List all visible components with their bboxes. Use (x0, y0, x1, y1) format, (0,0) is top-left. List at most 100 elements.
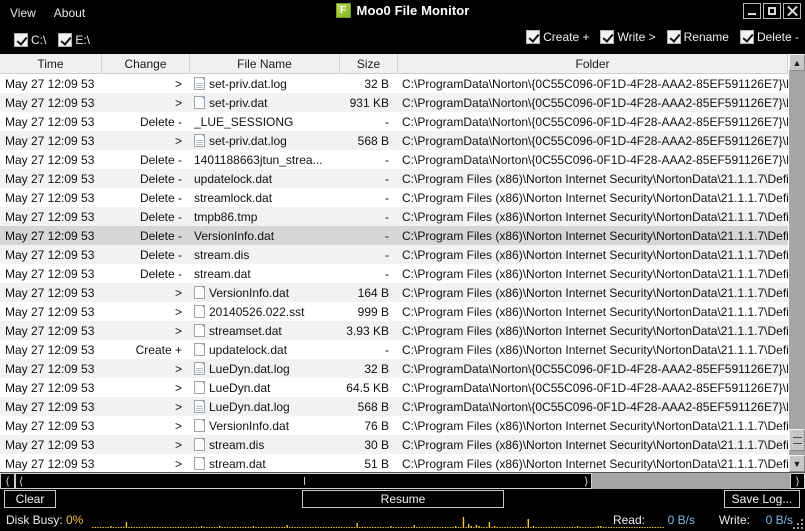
cell-size: - (385, 266, 389, 281)
table-row[interactable]: May 27 12:09 53 Delete - streamlock.dat - C:… (0, 188, 788, 207)
cell-size: - (385, 342, 389, 357)
cell-change: > (174, 456, 182, 471)
table-row[interactable]: May 27 12:09 53 > stream.dis 30 B C:\Program… (0, 435, 788, 454)
cell-folder: C:\ProgramData\Norton\{0C55C096-0F1D-4F2… (402, 114, 788, 129)
menu-bar: View About (0, 5, 87, 21)
table-row[interactable]: May 27 12:09 53 > VersionInfo.dat 164 B C:\P… (0, 283, 788, 302)
table-row[interactable]: May 27 12:09 53 Delete - stream.dat - C:\Pro… (0, 264, 788, 283)
filter-label-create: Create + (543, 30, 590, 44)
disk-busy-value: 0% (66, 513, 84, 527)
file-icon (194, 381, 205, 394)
clear-button[interactable]: Clear (4, 490, 56, 508)
scroll-down-button[interactable]: ▼ (789, 455, 805, 472)
table-row[interactable]: May 27 12:09 53 > LueDyn.dat.log 568 B C:\Pr… (0, 397, 788, 416)
cell-size: 164 B (357, 285, 389, 300)
table-row[interactable]: May 27 12:09 53 >20140526.022.sst 999 B C:\… (0, 302, 788, 321)
cell-size: - (385, 190, 389, 205)
table-row[interactable]: May 27 12:09 53 Delete - _LUE_SESSIONG - C:\… (0, 112, 788, 131)
close-button[interactable] (783, 3, 801, 19)
table-row[interactable]: May 27 12:09 53 Delete - stream.dis - C:\Pro… (0, 245, 788, 264)
resize-grip-icon[interactable] (793, 519, 803, 529)
cell-change: > (174, 323, 182, 338)
table-row[interactable]: May 27 12:09 53 Create + updatelock.dat - C:… (0, 340, 788, 359)
save-log-button[interactable]: Save Log... (724, 490, 800, 508)
table-row[interactable]: May 27 12:09 53 > set-priv.dat.log 32 B C:\P… (0, 74, 788, 93)
file-icon (194, 343, 205, 356)
horizontal-scrollbar[interactable]: ⟨ ⟨ ⟩ ⟩ (0, 472, 805, 489)
horizontal-scroll-track[interactable]: ⟨ ⟩ (15, 473, 790, 489)
minimize-button[interactable] (743, 3, 761, 19)
filter-checkbox-create[interactable]: Create + (526, 30, 589, 44)
column-header-folder[interactable]: Folder (398, 54, 788, 73)
cell-size: - (385, 209, 389, 224)
maximize-button[interactable] (763, 3, 781, 19)
status-bar: Disk Busy: 0% Read: 0 B/s Write: 0 B/s (0, 509, 805, 531)
column-header-filename[interactable]: File Name (190, 54, 340, 73)
table-row[interactable]: May 27 12:09 53 Delete - VersionInfo.dat - C… (0, 226, 788, 245)
filter-checkbox-write[interactable]: Write > (600, 30, 656, 44)
table-row[interactable]: May 27 12:09 53 > stream.dat 51 B C:\Program… (0, 454, 788, 472)
cell-size: - (385, 152, 389, 167)
file-monitor-window: View About F Moo0 File Monitor C:\ E:\ C… (0, 0, 805, 531)
cell-filename: LueDyn.dat.log (190, 397, 340, 416)
vertical-scroll-thumb[interactable] (789, 429, 805, 451)
menu-item-about[interactable]: About (52, 5, 87, 21)
table-row[interactable]: May 27 12:09 53 > VersionInfo.dat 76 B C:\Pr… (0, 416, 788, 435)
drive-label-c: C:\ (31, 33, 47, 47)
filename-text: streamlock.dat (194, 190, 273, 205)
cell-size: 51 B (364, 456, 389, 471)
filter-checkbox-rename[interactable]: Rename (666, 30, 729, 44)
table-row[interactable]: May 27 12:09 53 Delete - 1401188663jtun_st… (0, 150, 788, 169)
table-row[interactable]: May 27 12:09 53 > LueDyn.dat 64.5 KB C:\Prog… (0, 378, 788, 397)
file-icon (194, 286, 205, 299)
vertical-scrollbar[interactable]: ▲ ▼ (788, 54, 805, 472)
filename-text: set-priv.dat (209, 95, 268, 110)
table-row[interactable]: May 27 12:09 53 Delete - updatelock.dat - C:… (0, 169, 788, 188)
horizontal-scroll-thumb[interactable]: ⟨ ⟩ (15, 473, 593, 489)
table-row[interactable]: May 27 12:09 53 > set-priv.dat 931 KB C:\Pro… (0, 93, 788, 112)
menu-item-view[interactable]: View (8, 5, 38, 21)
scroll-up-button[interactable]: ▲ (789, 54, 805, 71)
file-icon (194, 457, 205, 470)
cell-folder: C:\Program Files (x86)\Norton Internet S… (402, 323, 788, 338)
log-file-icon (194, 400, 205, 413)
cell-filename: LueDyn.dat (190, 378, 340, 397)
cell-time: May 27 12:09 53 (5, 171, 95, 186)
column-header-time[interactable]: Time (0, 54, 102, 73)
cell-folder: C:\ProgramData\Norton\{0C55C096-0F1D-4F2… (402, 76, 788, 91)
toolbar: C:\ E:\ Create + Write > Rename Delete - (0, 26, 805, 54)
filename-text: updatelock.dat (209, 342, 288, 357)
table-row[interactable]: May 27 12:09 53 > set-priv.dat.log 568 B C:\… (0, 131, 788, 150)
cell-change: Create + (135, 342, 182, 357)
window-title-group: F Moo0 File Monitor (0, 3, 805, 18)
vertical-scroll-track[interactable] (789, 71, 805, 455)
drive-checkbox-c[interactable]: C:\ (14, 33, 46, 47)
filter-checkbox-delete[interactable]: Delete - (739, 30, 799, 44)
filename-text: streamset.dat (209, 323, 282, 338)
column-header-size[interactable]: Size (340, 54, 398, 73)
cell-folder: C:\ProgramData\Norton\{0C55C096-0F1D-4F2… (402, 380, 788, 395)
cell-change: Delete - (139, 171, 182, 186)
cell-filename: 20140526.022.sst (190, 302, 340, 321)
cell-time: May 27 12:09 53 (5, 190, 95, 205)
scroll-left-button[interactable]: ⟨ (0, 473, 15, 489)
filename-text: tmpb86.tmp (194, 209, 258, 224)
table-row[interactable]: May 27 12:09 53 > LueDyn.dat.log 32 B C:\Pro… (0, 359, 788, 378)
cell-filename: 1401188663jtun_strea... (190, 150, 340, 169)
drive-checkbox-e[interactable]: E:\ (58, 33, 90, 47)
cell-time: May 27 12:09 53 (5, 133, 95, 148)
cell-filename: LueDyn.dat.log (190, 359, 340, 378)
table-row[interactable]: May 27 12:09 53 Delete - tmpb86.tmp - C:\Pro… (0, 207, 788, 226)
cell-time: May 27 12:09 53 (5, 380, 95, 395)
column-header-change[interactable]: Change (102, 54, 190, 73)
resume-button[interactable]: Resume (302, 490, 504, 508)
log-file-icon (194, 134, 205, 147)
cell-change: Delete - (139, 228, 182, 243)
cell-change: > (174, 361, 182, 376)
filter-label-delete: Delete - (756, 30, 799, 44)
table-row[interactable]: May 27 12:09 53 > streamset.dat 3.93 KB C:\P… (0, 321, 788, 340)
cell-size: - (385, 171, 389, 186)
cell-filename: updatelock.dat (190, 340, 340, 359)
cell-size: 76 B (364, 418, 389, 433)
scroll-right-button[interactable]: ⟩ (790, 473, 805, 489)
